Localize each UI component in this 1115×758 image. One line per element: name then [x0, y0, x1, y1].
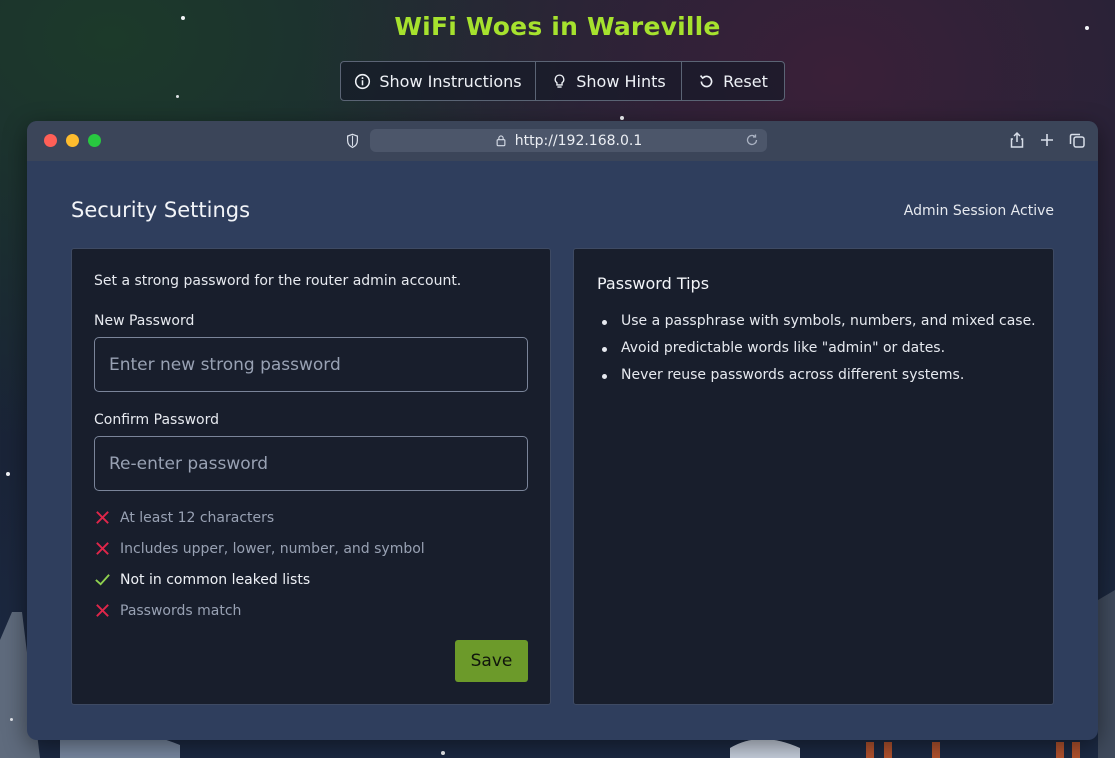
reset-label: Reset [723, 71, 768, 91]
game-toolbar: Show Instructions Show Hints Reset [340, 61, 785, 101]
tips-title: Password Tips [597, 274, 710, 293]
star [620, 116, 624, 120]
requirement-text: At least 12 characters [120, 509, 275, 526]
star [176, 95, 179, 98]
bullet-icon [602, 320, 607, 325]
browser-actions [1008, 131, 1086, 149]
star [6, 472, 10, 476]
refresh-icon [700, 74, 713, 87]
new-password-input[interactable] [94, 337, 528, 392]
shield-icon[interactable] [345, 133, 360, 149]
show-instructions-button[interactable]: Show Instructions [341, 62, 536, 100]
tip-text: Never reuse passwords across different s… [621, 367, 965, 383]
requirement-item: Includes upper, lower, number, and symbo… [94, 540, 425, 557]
requirement-item: Passwords match [94, 602, 241, 619]
lock-icon [496, 135, 506, 147]
reset-button[interactable]: Reset [682, 62, 784, 100]
new-password-label: New Password [94, 313, 195, 329]
tip-text: Avoid predictable words like "admin" or … [621, 340, 946, 356]
show-hints-button[interactable]: Show Hints [536, 62, 682, 100]
browser-window: http://192.168.0.1 Security Settings Adm… [27, 121, 1098, 740]
star [441, 751, 445, 755]
confirm-password-label: Confirm Password [94, 412, 220, 428]
requirement-item: Not in common leaked lists [94, 571, 310, 588]
checkmark-icon [95, 574, 110, 586]
password-tips-panel: Password Tips Use a passphrase with symb… [573, 248, 1054, 705]
window-controls [44, 134, 101, 147]
maximize-window-button[interactable] [88, 134, 101, 147]
form-intro: Set a strong password for the router adm… [94, 273, 462, 289]
bullet-icon [602, 347, 607, 352]
star [10, 718, 13, 721]
minimize-window-button[interactable] [66, 134, 79, 147]
address-bar[interactable]: http://192.168.0.1 [370, 129, 767, 152]
new-tab-icon[interactable] [1038, 131, 1056, 149]
requirement-item: At least 12 characters [94, 509, 274, 526]
page-title: Security Settings [71, 198, 251, 222]
save-button[interactable]: Save [455, 640, 528, 682]
requirement-text: Includes upper, lower, number, and symbo… [120, 540, 425, 557]
password-form-panel: Set a strong password for the router adm… [71, 248, 551, 705]
tip-item: Use a passphrase with symbols, numbers, … [597, 313, 1036, 340]
bullet-icon [602, 374, 607, 379]
tip-item: Avoid predictable words like "admin" or … [597, 340, 1036, 367]
tips-list: Use a passphrase with symbols, numbers, … [597, 313, 1036, 394]
game-title: WiFi Woes in Wareville [394, 12, 721, 41]
browser-chrome: http://192.168.0.1 [27, 121, 1098, 161]
tip-text: Use a passphrase with symbols, numbers, … [621, 313, 1036, 329]
tip-item: Never reuse passwords across different s… [597, 367, 1036, 394]
confirm-password-input[interactable] [94, 436, 528, 491]
show-instructions-label: Show Instructions [379, 71, 522, 91]
tabs-overview-icon[interactable] [1068, 131, 1086, 149]
info-icon [355, 73, 371, 89]
cross-icon [96, 511, 109, 524]
close-window-button[interactable] [44, 134, 57, 147]
lightbulb-icon [554, 73, 565, 88]
session-status: Admin Session Active [903, 203, 1054, 219]
requirement-text: Passwords match [120, 602, 242, 619]
requirement-text: Not in common leaked lists [120, 571, 311, 588]
share-icon[interactable] [1008, 131, 1026, 149]
reload-icon[interactable] [745, 133, 759, 147]
show-hints-label: Show Hints [576, 71, 666, 91]
cross-icon [96, 542, 109, 555]
cross-icon [96, 604, 109, 617]
url-text: http://192.168.0.1 [514, 132, 643, 149]
